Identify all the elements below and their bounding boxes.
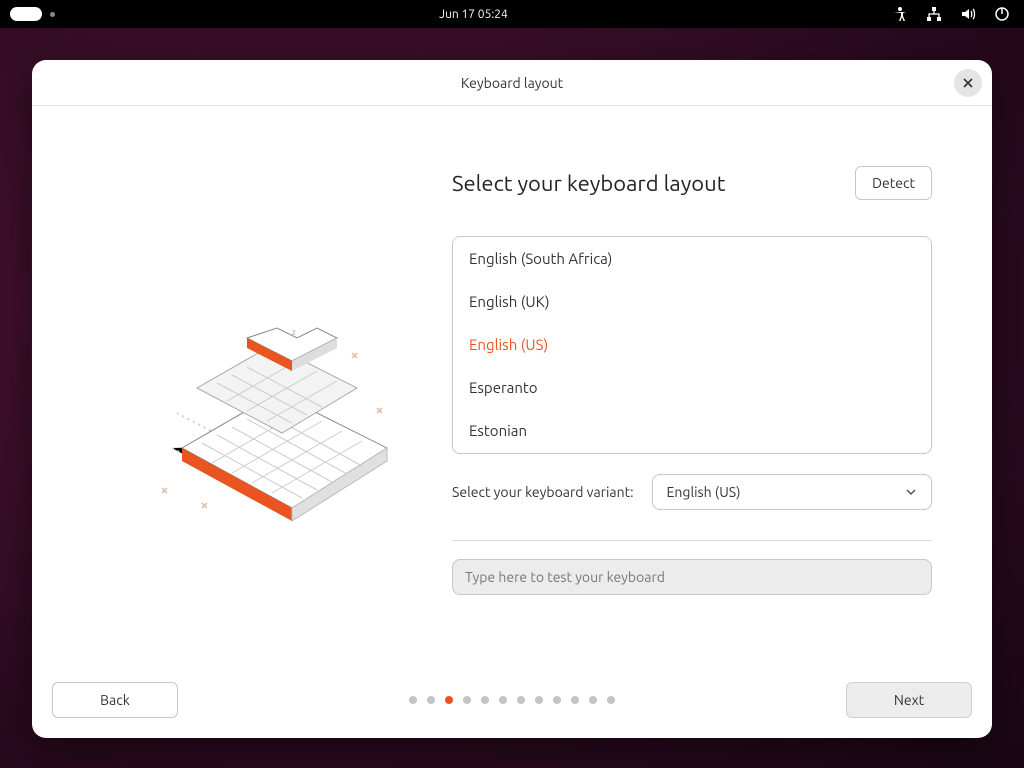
- layout-option[interactable]: Estonian: [453, 409, 931, 452]
- progress-dot-active: [445, 696, 453, 704]
- topbar-activities[interactable]: [0, 7, 55, 21]
- window-title: Keyboard layout: [461, 75, 563, 91]
- gnome-topbar: Jun 17 05:24: [0, 0, 1024, 28]
- titlebar: Keyboard layout: [32, 60, 992, 106]
- keyboard-illustration-icon: z: [142, 293, 402, 533]
- illustration-pane: z: [92, 166, 452, 660]
- activities-pill-icon: [10, 7, 42, 21]
- installer-window: Keyboard layout: [32, 60, 992, 738]
- variant-label: Select your keyboard variant:: [452, 484, 634, 500]
- power-icon: [994, 6, 1010, 22]
- footer: Back Next: [32, 680, 992, 738]
- back-button[interactable]: Back: [52, 682, 178, 718]
- content-area: z Select your keyboard layout Detect Eng…: [32, 106, 992, 680]
- keyboard-test-input[interactable]: [452, 559, 932, 595]
- progress-dots: [409, 696, 615, 704]
- network-wired-icon: [926, 6, 942, 22]
- close-button[interactable]: [954, 69, 982, 97]
- detect-button[interactable]: Detect: [855, 166, 932, 200]
- variant-select-value: English (US): [667, 484, 741, 500]
- page-heading: Select your keyboard layout: [452, 171, 725, 196]
- variant-select[interactable]: English (US): [652, 474, 932, 510]
- layout-listbox[interactable]: English (South Africa) English (UK) Engl…: [452, 236, 932, 454]
- volume-icon: [960, 6, 976, 22]
- layout-option-selected[interactable]: English (US): [453, 323, 931, 366]
- chevron-down-icon: [905, 486, 917, 498]
- topbar-status-area[interactable]: [892, 6, 1024, 22]
- svg-text:z: z: [292, 328, 296, 337]
- form-pane: Select your keyboard layout Detect Engli…: [452, 166, 932, 660]
- layout-option[interactable]: Esperanto: [453, 366, 931, 409]
- divider: [452, 540, 932, 541]
- close-icon: [962, 77, 974, 89]
- accessibility-icon: [892, 6, 908, 22]
- next-button[interactable]: Next: [846, 682, 972, 718]
- layout-option[interactable]: English (UK): [453, 280, 931, 323]
- topbar-clock[interactable]: Jun 17 05:24: [55, 8, 892, 21]
- layout-option[interactable]: English (South Africa): [453, 237, 931, 280]
